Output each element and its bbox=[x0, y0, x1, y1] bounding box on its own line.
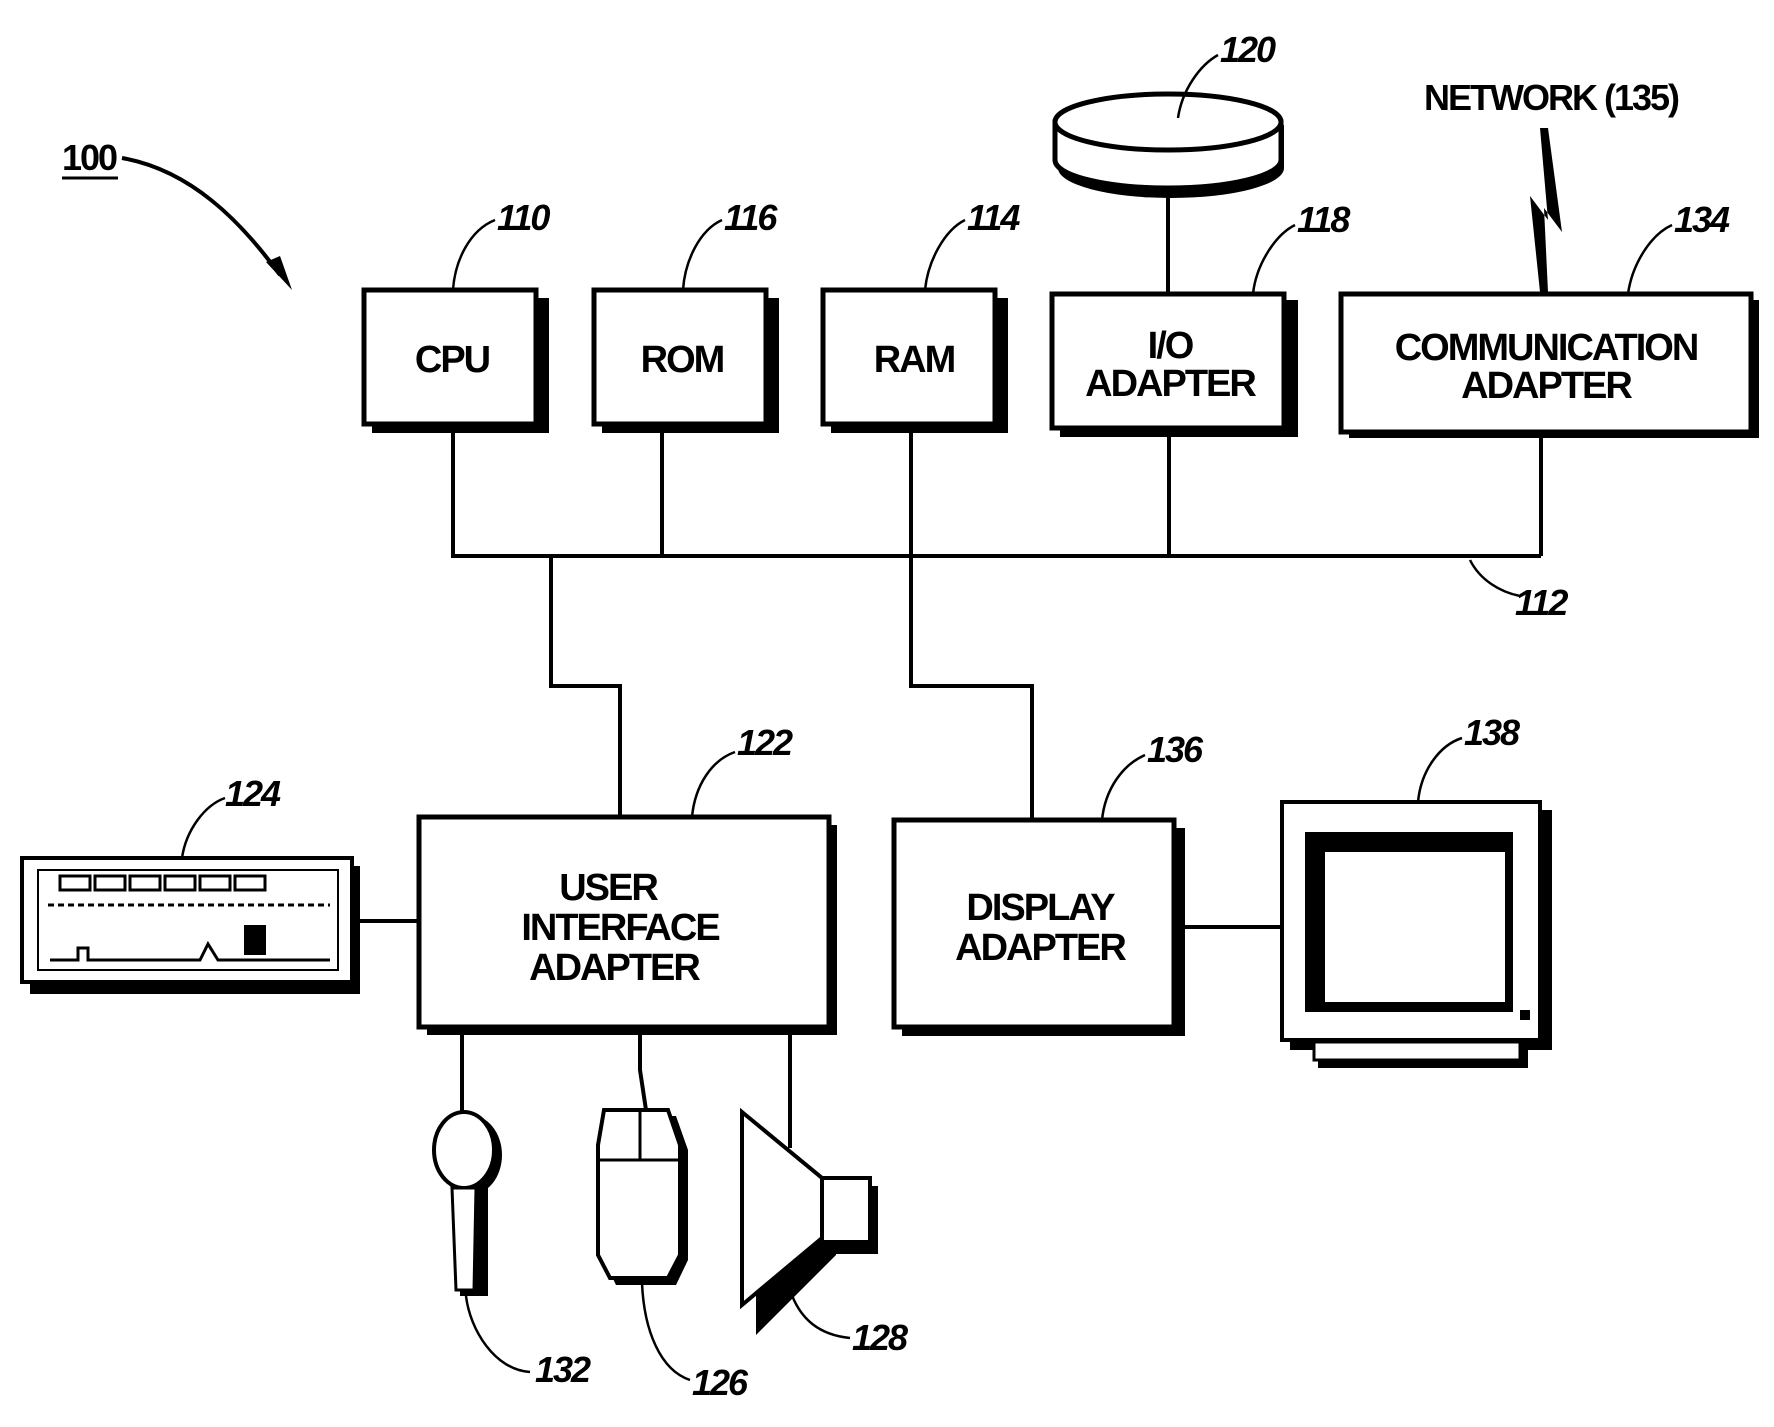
monitor-ref: 138 bbox=[1464, 712, 1520, 753]
network: NETWORK (135) bbox=[1424, 77, 1681, 292]
display-adapter-block: DISPLAY ADAPTER 136 bbox=[891, 729, 1206, 1036]
cpu-ref-leader bbox=[451, 218, 496, 291]
io-adapter-label-line1: I/O bbox=[1148, 325, 1193, 367]
bus-ref-leader bbox=[1468, 559, 1521, 598]
monitor-ref-leader bbox=[1416, 736, 1463, 803]
system-ref-label: 100 bbox=[62, 137, 117, 178]
comm-adapter-label-line1: COMMUNICATION bbox=[1395, 327, 1698, 369]
microphone-icon: 132 bbox=[432, 1028, 593, 1390]
ram-block: RAM 114 bbox=[820, 197, 1022, 433]
ui-adapter-label-line2: INTERFACE bbox=[521, 907, 719, 949]
ui-adapter-label-line1: USER bbox=[559, 867, 658, 909]
cpu-block: CPU 110 bbox=[361, 197, 552, 433]
ui-ref-leader bbox=[690, 750, 736, 818]
communication-adapter-block: COMMUNICATION ADAPTER 134 bbox=[1338, 199, 1759, 438]
keyboard-ref-leader bbox=[180, 796, 226, 859]
rom-ref-leader bbox=[681, 218, 723, 291]
bus-ref: 112 bbox=[1515, 582, 1568, 623]
ram-ref: 114 bbox=[967, 197, 1020, 238]
rom-block: ROM 116 bbox=[591, 197, 780, 433]
cpu-label: CPU bbox=[415, 339, 490, 381]
keyboard-ref: 124 bbox=[225, 773, 281, 814]
display-adapter-ref: 136 bbox=[1147, 729, 1204, 770]
io-adapter-ref: 118 bbox=[1297, 199, 1350, 240]
display-adapter-label-line2: ADAPTER bbox=[955, 927, 1126, 969]
io-adapter-label-line2: ADAPTER bbox=[1085, 363, 1256, 405]
monitor-icon: 138 bbox=[1280, 712, 1552, 1068]
ram-ref-leader bbox=[923, 218, 966, 291]
mouse-ref-leader bbox=[640, 1282, 691, 1382]
disk-ref: 120 bbox=[1220, 29, 1276, 70]
network-lightning-icon bbox=[1530, 128, 1562, 292]
system-arrow-line bbox=[121, 156, 282, 277]
cpu-ref: 110 bbox=[497, 197, 550, 238]
system-bus: 112 bbox=[451, 424, 1570, 820]
network-label: NETWORK (135) bbox=[1424, 77, 1679, 118]
comm-adapter-ref: 134 bbox=[1674, 199, 1730, 240]
mouse-icon: 126 bbox=[596, 1028, 751, 1403]
system-block-diagram: 100 CPU 110 ROM 116 RAM 114 120 I/O ADAP… bbox=[20, 29, 1759, 1403]
ui-adapter-ref: 122 bbox=[737, 722, 793, 763]
ram-label: RAM bbox=[874, 339, 955, 381]
keyboard-icon: 124 bbox=[20, 773, 360, 994]
comm-ref-leader bbox=[1626, 223, 1673, 295]
bus-main-line bbox=[451, 424, 1541, 558]
io-ref-leader bbox=[1251, 223, 1296, 295]
display-ref-leader bbox=[1100, 753, 1146, 821]
io-adapter-block: I/O ADAPTER 118 bbox=[1049, 199, 1352, 437]
arrow-head-icon bbox=[266, 256, 292, 290]
bus-to-ui-adapter-line bbox=[549, 556, 622, 817]
ui-adapter-label-line3: ADAPTER bbox=[529, 947, 700, 989]
rom-label: ROM bbox=[641, 339, 724, 381]
system-reference: 100 bbox=[62, 137, 292, 290]
rom-ref: 116 bbox=[724, 197, 778, 238]
bus-to-display-adapter-line bbox=[909, 556, 1034, 820]
microphone-ref-leader bbox=[464, 1295, 531, 1374]
display-adapter-label-line1: DISPLAY bbox=[966, 887, 1115, 929]
mouse-ref: 126 bbox=[692, 1362, 749, 1403]
ui-to-mouse-line bbox=[638, 1028, 648, 1111]
speaker-icon: 128 bbox=[740, 1028, 910, 1358]
disk-storage: 120 bbox=[1052, 29, 1284, 294]
comm-adapter-label-line2: ADAPTER bbox=[1461, 365, 1632, 407]
speaker-ref: 128 bbox=[852, 1317, 908, 1358]
microphone-ref: 132 bbox=[535, 1349, 591, 1390]
user-interface-adapter-block: USER INTERFACE ADAPTER 122 bbox=[416, 722, 837, 1035]
speaker-ref-leader bbox=[788, 1289, 851, 1340]
